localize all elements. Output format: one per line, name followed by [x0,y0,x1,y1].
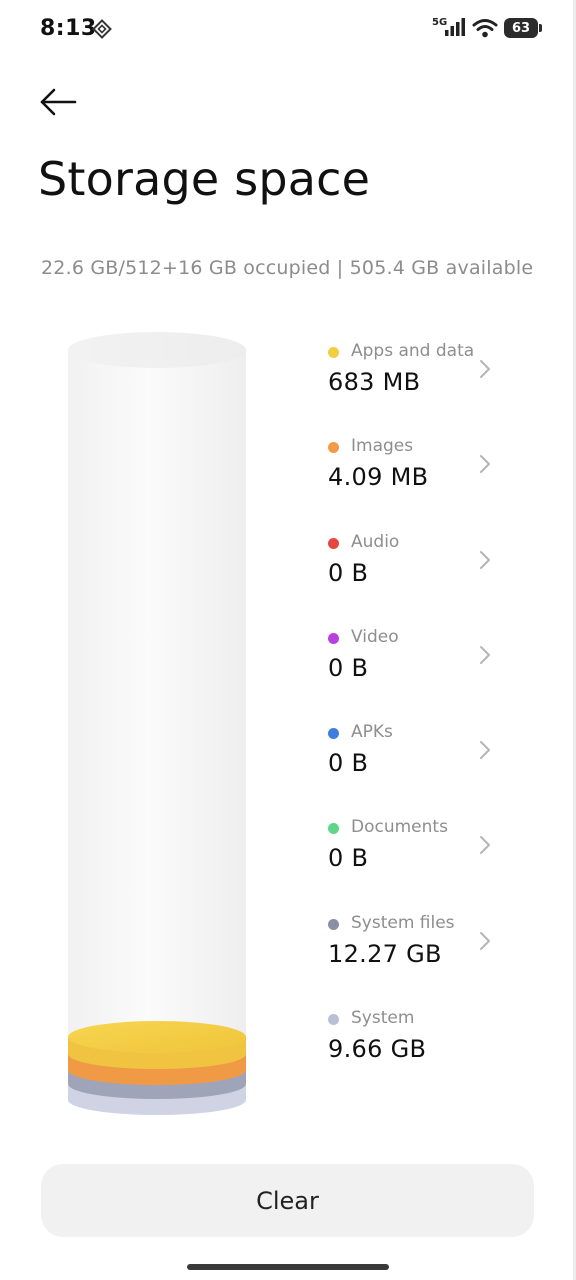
legend-dot [328,537,339,549]
category-system: System 9.66 GB [318,1003,518,1098]
category-apks[interactable]: APKs 0 B [318,717,518,812]
category-label: System [351,1008,415,1029]
chevron-right-icon [480,455,490,474]
legend-dot [328,1014,339,1026]
chevron-right-icon [480,645,490,664]
page-title: Storage space [38,152,371,206]
category-label: Apps and data [351,341,475,361]
status-time: 8:13 [40,16,97,41]
category-label: System files [351,912,455,933]
chevron-right-icon [480,360,490,378]
wifi-icon [472,19,498,38]
status-bar: 8:13 5G 63 [0,0,576,60]
storage-cylinder [68,332,246,1115]
legend-dot [328,347,339,358]
legend-dot [328,442,339,454]
category-apps-and-data[interactable]: Apps and data 683 MB [318,336,518,431]
category-label: Video [351,626,399,647]
category-label: Audio [351,531,400,552]
chevron-right-icon [480,741,490,760]
chevron-right-icon [480,550,490,569]
category-size: 0 B [328,844,369,873]
category-video[interactable]: Video 0 B [318,622,518,717]
category-audio[interactable]: Audio 0 B [318,527,518,622]
category-size: 4.09 MB [328,463,429,492]
battery-icon: 63 [504,18,542,38]
legend-dot [328,632,339,644]
nfc-icon [92,19,112,39]
category-size: 0 B [328,558,369,587]
category-images[interactable]: Images 4.09 MB [318,431,518,526]
storage-screen: 8:13 5G 63 Storage space 22.6 GB/512+16 … [0,0,576,1280]
category-size: 0 B [328,653,369,682]
back-button[interactable] [36,82,80,122]
category-label: APKs [351,722,393,743]
category-system-files[interactable]: System files 12.27 GB [318,908,518,1003]
clear-button[interactable]: Clear [41,1164,534,1237]
category-size: 683 MB [328,368,421,396]
network-type-label: 5G [432,17,447,28]
arrow-left-icon [40,88,77,116]
category-size: 0 B [328,749,369,778]
category-list: Apps and data 683 MB Images 4.09 MB Audi… [318,336,518,1098]
legend-dot [328,728,339,740]
storage-summary: 22.6 GB/512+16 GB occupied | 505.4 GB av… [41,257,534,279]
battery-level: 63 [511,20,531,36]
legend-dot [328,918,339,930]
cylinder-layer-apps [68,1021,246,1069]
category-label: Documents [351,817,448,838]
category-size: 12.27 GB [328,939,442,968]
category-size: 9.66 GB [328,1035,427,1064]
chevron-right-icon [480,836,490,855]
signal-5g-icon: 5G [432,17,465,36]
category-label: Images [351,436,414,457]
home-indicator[interactable] [187,1264,389,1270]
status-icons: 5G 63 [432,16,542,40]
chevron-right-icon [480,931,490,950]
legend-dot [328,823,339,835]
category-documents[interactable]: Documents 0 B [318,812,518,907]
